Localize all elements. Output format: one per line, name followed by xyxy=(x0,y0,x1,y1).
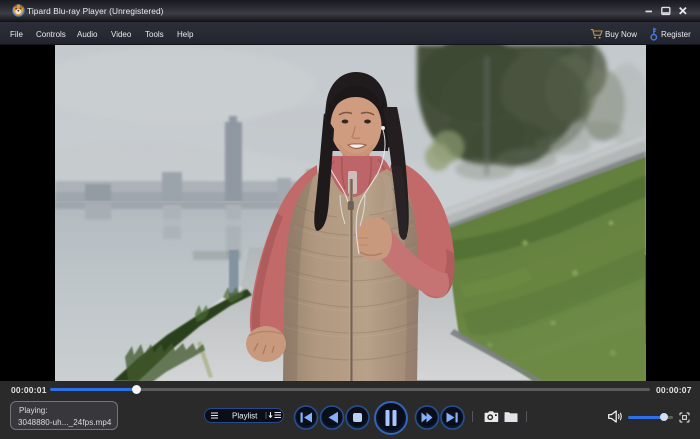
svg-text:Playlist: Playlist xyxy=(232,412,258,421)
